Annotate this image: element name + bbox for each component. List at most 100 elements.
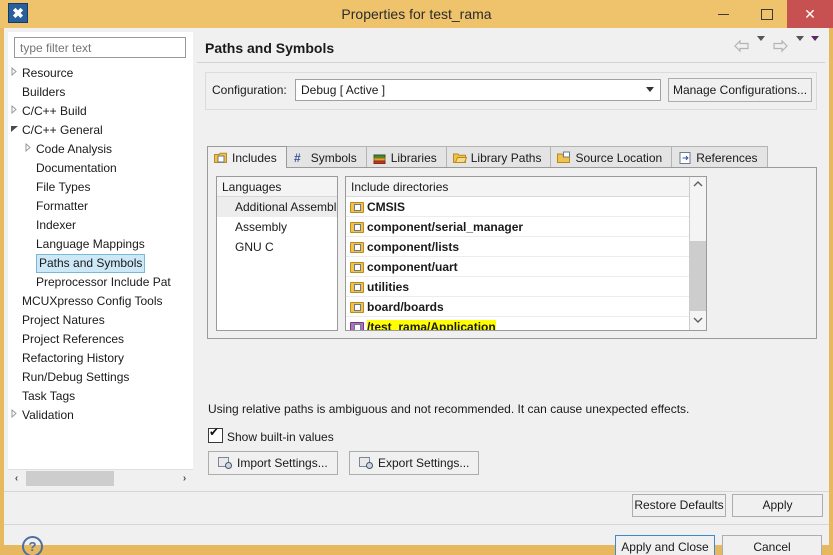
sidebar-item-label: Documentation [36, 161, 117, 175]
sidebar-item-refactoring-history[interactable]: Refactoring History [8, 349, 193, 368]
tab-label: Includes [232, 151, 277, 165]
language-item[interactable]: GNU C [217, 237, 337, 257]
sidebar-item-c-c-general[interactable]: C/C++ General [8, 121, 193, 140]
tab-source-location[interactable]: Source Location [550, 146, 673, 168]
sidebar-item-code-analysis[interactable]: Code Analysis [8, 140, 193, 159]
apply-button[interactable]: Apply [732, 494, 823, 517]
language-label: Additional Assembl [235, 200, 337, 214]
scroll-thumb[interactable] [26, 471, 114, 486]
include-directory-row[interactable]: CMSIS [346, 197, 689, 217]
collapse-chevron-down-icon[interactable] [8, 121, 20, 140]
sidebar-item-run-debug-settings[interactable]: Run/Debug Settings [8, 368, 193, 387]
languages-list-header: Languages [217, 177, 337, 197]
language-item[interactable]: Assembly [217, 217, 337, 237]
tab-libraries[interactable]: Libraries [365, 146, 447, 168]
sidebar-item-builders[interactable]: Builders [8, 83, 193, 102]
expand-chevron-right-icon[interactable] [22, 140, 34, 159]
sidebar-item-preprocessor-include-pat[interactable]: Preprocessor Include Pat [8, 273, 193, 292]
minimize-button[interactable] [701, 0, 745, 28]
include-directory-row[interactable]: component/serial_manager [346, 217, 689, 237]
sidebar-item-resource[interactable]: Resource [8, 64, 193, 83]
back-menu-chevron-down-icon[interactable] [756, 35, 765, 55]
help-question-icon[interactable]: ? [22, 536, 43, 555]
open-folder-icon [452, 150, 467, 164]
export-settings-button[interactable]: Export Settings... [349, 451, 480, 475]
workspace-folder-icon [350, 320, 365, 330]
include-directory-row[interactable]: component/lists [346, 237, 689, 257]
filter-input[interactable] [14, 37, 186, 58]
include-directory-row[interactable]: /test_rama/Application [346, 317, 689, 330]
include-directory-row[interactable]: component/uart [346, 257, 689, 277]
tab-library-paths[interactable]: Library Paths [445, 146, 552, 168]
sidebar-item-project-references[interactable]: Project References [8, 330, 193, 349]
language-label: Assembly [235, 220, 288, 234]
sidebar-item-label: Code Analysis [36, 142, 113, 156]
maximize-button[interactable] [745, 0, 789, 28]
tab-label: References [696, 151, 758, 165]
sidebar-item-mcuxpresso-config-tools[interactable]: MCUXpresso Config Tools [8, 292, 193, 311]
configuration-dropdown[interactable]: Debug [ Active ] [295, 79, 661, 101]
tab-references[interactable]: References [671, 146, 768, 168]
include-directories-list[interactable]: Include directories CMSIS component/seria… [345, 176, 707, 331]
include-directory-label: component/serial_manager [367, 220, 524, 234]
sidebar-item-label: Run/Debug Settings [22, 370, 130, 384]
include-directory-row[interactable]: utilities [346, 277, 689, 297]
manage-configurations-button[interactable]: Manage Configurations... [668, 78, 812, 102]
page-menu-chevron-down-icon[interactable] [811, 35, 819, 55]
settings-tree[interactable]: Resource Builders C/C++ Build C/C++ General… [8, 64, 193, 464]
expand-chevron-right-icon[interactable] [8, 64, 20, 83]
include-list-vertical-scrollbar[interactable] [689, 177, 706, 330]
tab-includes[interactable]: Includes [207, 146, 287, 168]
apply-and-close-button[interactable]: Apply and Close [615, 535, 715, 555]
close-button[interactable]: ✕ [787, 0, 833, 28]
include-directory-row[interactable]: board/boards [346, 297, 689, 317]
include-folder-icon [350, 280, 365, 294]
hash-symbol-icon: # [293, 150, 307, 165]
expand-chevron-right-icon[interactable] [8, 406, 20, 425]
import-settings-button[interactable]: Import Settings... [208, 451, 338, 475]
import-settings-icon [218, 456, 232, 469]
configuration-group: Configuration: Debug [ Active ] Manage C… [205, 72, 817, 110]
sidebar-item-paths-and-symbols[interactable]: Paths and Symbols [8, 254, 193, 273]
scroll-up-icon[interactable] [690, 177, 706, 194]
references-page-icon [678, 150, 692, 164]
scroll-right-icon[interactable]: › [176, 470, 193, 487]
chevron-down-glyph [693, 317, 703, 323]
caret-glyph [811, 35, 819, 55]
forward-arrow-glyph [773, 39, 789, 53]
include-directory-label: utilities [367, 280, 410, 294]
tree-horizontal-scrollbar[interactable]: ‹ › [8, 469, 193, 487]
sidebar-item-language-mappings[interactable]: Language Mappings [8, 235, 193, 254]
configuration-value: Debug [ Active ] [301, 83, 386, 97]
sidebar-item-project-natures[interactable]: Project Natures [8, 311, 193, 330]
tab-symbols[interactable]: # Symbols [285, 146, 367, 168]
sidebar-item-label: Task Tags [22, 389, 76, 403]
properties-dialog-window: ✖ Properties for test_rama ✕ Resource Bui… [0, 0, 833, 555]
show-builtin-values-row[interactable]: Show built-in values [208, 426, 334, 444]
expand-chevron-right-icon[interactable] [8, 102, 20, 121]
sidebar-item-label: Preprocessor Include Pat [36, 275, 171, 289]
sidebar-item-indexer[interactable]: Indexer [8, 216, 193, 235]
scroll-down-icon[interactable] [690, 313, 706, 330]
sidebar-item-task-tags[interactable]: Task Tags [8, 387, 193, 406]
sidebar-item-c-c-build[interactable]: C/C++ Build [8, 102, 193, 121]
sidebar-item-documentation[interactable]: Documentation [8, 159, 193, 178]
forward-arrow-icon[interactable] [772, 39, 789, 56]
sidebar-item-file-types[interactable]: File Types [8, 178, 193, 197]
scroll-left-icon[interactable]: ‹ [8, 470, 25, 487]
sidebar-item-formatter[interactable]: Formatter [8, 197, 193, 216]
restore-defaults-button[interactable]: Restore Defaults [632, 494, 726, 517]
show-builtin-values-checkbox[interactable] [208, 426, 223, 443]
settings-tree-pane: Resource Builders C/C++ Build C/C++ General… [8, 32, 193, 487]
languages-rows[interactable]: Additional Assembl Assembly GNU C [217, 197, 337, 257]
include-directories-rows[interactable]: CMSIS component/serial_manager component/l… [346, 197, 689, 330]
sidebar-item-validation[interactable]: Validation [8, 406, 193, 425]
scroll-thumb[interactable] [690, 241, 706, 311]
cancel-button[interactable]: Cancel [722, 535, 822, 555]
import-settings-label: Import Settings... [237, 456, 328, 470]
languages-list[interactable]: Languages Additional Assembl Assembly GNU … [216, 176, 338, 331]
page-navigation [730, 35, 819, 57]
language-item[interactable]: Additional Assembl [217, 197, 337, 217]
back-arrow-icon[interactable] [733, 39, 750, 56]
forward-menu-chevron-down-icon[interactable] [795, 35, 804, 55]
